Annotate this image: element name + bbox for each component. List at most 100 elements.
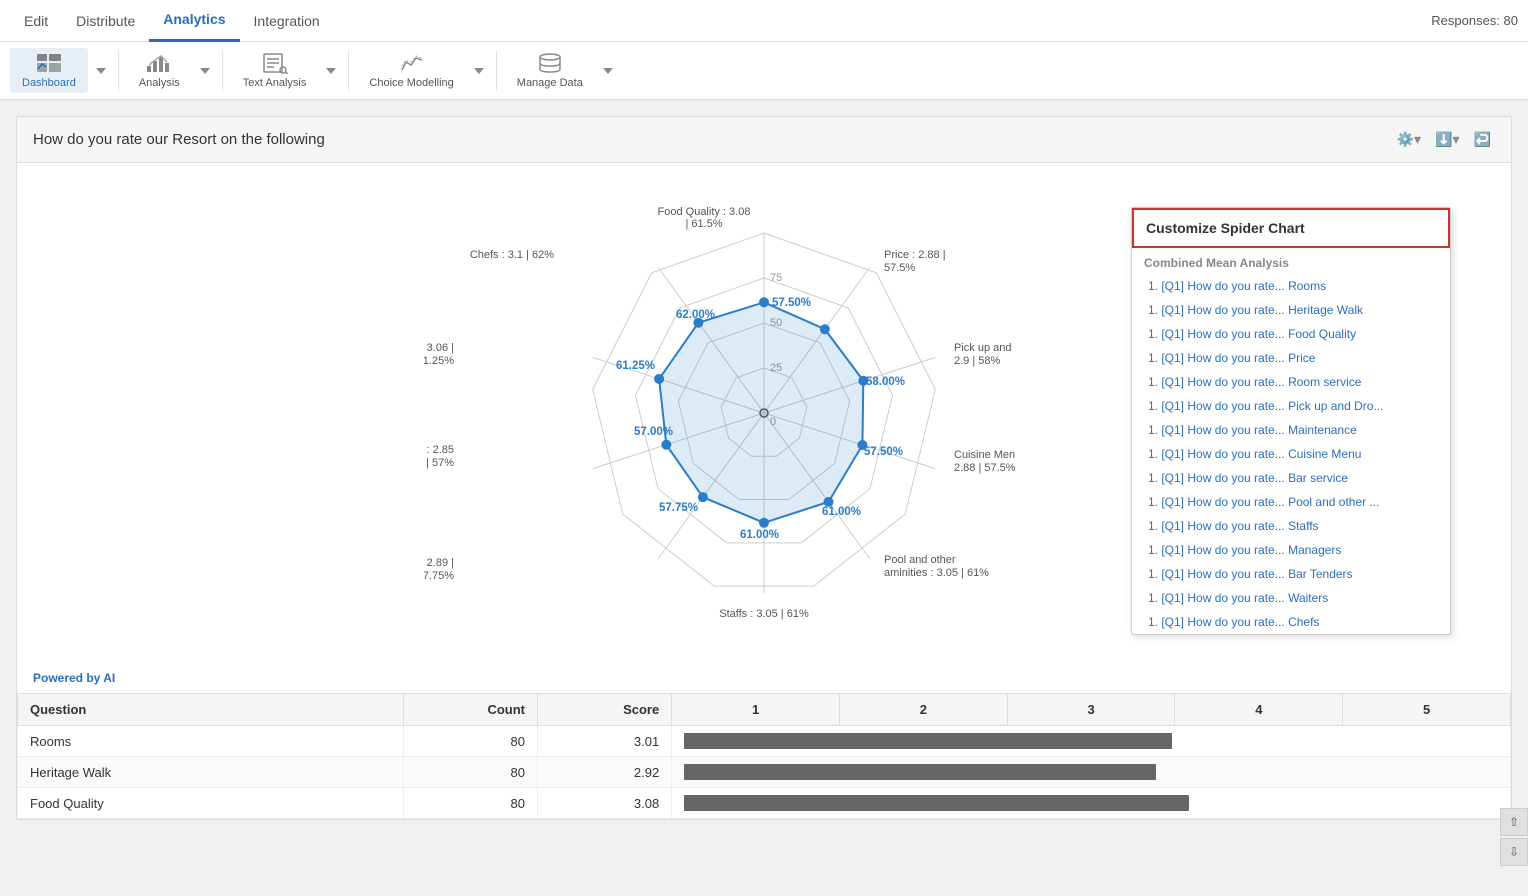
dropdown-item-9[interactable]: 1. [Q1] How do you rate... Pool and othe… xyxy=(1132,490,1450,514)
dropdown-item-0[interactable]: 1. [Q1] How do you rate... Rooms xyxy=(1132,274,1450,298)
cell-score-rooms: 3.01 xyxy=(538,726,672,757)
chart-header: How do you rate our Resort on the follow… xyxy=(17,117,1511,163)
toolbar-dashboard[interactable]: Dashboard xyxy=(10,48,88,93)
customize-spider-dropdown: Customize Spider Chart Combined Mean Ana… xyxy=(1131,207,1451,635)
cell-score-food-quality: 3.08 xyxy=(538,788,672,819)
label-bar-tenders-sub: | 57% xyxy=(426,457,454,469)
dropdown-item-8[interactable]: 1. [Q1] How do you rate... Bar service xyxy=(1132,466,1450,490)
data-point-staffs xyxy=(759,518,769,528)
manage-data-dropdown[interactable] xyxy=(599,62,617,80)
ring-label-75: 75 xyxy=(770,272,782,284)
col-2: 2 xyxy=(839,694,1007,726)
main-toolbar: Dashboard Analysis Text Analysis xyxy=(0,42,1528,100)
spider-chart-container: .spider-ring { fill: none; stroke: #ccc;… xyxy=(424,183,1104,643)
label-chefs: Chefs : 3.1 | 62% xyxy=(470,249,554,261)
value-cuisine: 57.50% xyxy=(864,446,903,458)
dashboard-dropdown[interactable] xyxy=(92,62,110,80)
dropdown-item-2[interactable]: 1. [Q1] How do you rate... Food Quality xyxy=(1132,322,1450,346)
table-row: Heritage Walk 80 2.92 xyxy=(18,757,1511,788)
scroll-up-button[interactable]: ⇧ xyxy=(1500,808,1528,836)
analysis-dropdown[interactable] xyxy=(196,62,214,80)
nav-edit[interactable]: Edit xyxy=(10,1,62,41)
col-count: Count xyxy=(403,694,537,726)
toolbar-separator-3 xyxy=(348,51,349,91)
cell-count-food-quality: 80 xyxy=(403,788,537,819)
dropdown-item-11[interactable]: 1. [Q1] How do you rate... Managers xyxy=(1132,538,1450,562)
data-point-food-quality xyxy=(759,297,769,307)
dashboard-label: Dashboard xyxy=(22,77,76,89)
col-5: 5 xyxy=(1343,694,1511,726)
bar-food-quality xyxy=(684,795,1189,811)
settings-action-btn[interactable]: ⚙️▾ xyxy=(1393,129,1425,150)
manage-data-icon xyxy=(536,52,564,74)
label-bar-tenders: Bar Tenders : 2.85 xyxy=(424,444,454,456)
label-pickup-sub: 2.9 | 58% xyxy=(954,355,1000,367)
download-action-btn[interactable]: ⬇️▾ xyxy=(1431,129,1463,150)
cell-count-rooms: 80 xyxy=(403,726,537,757)
text-analysis-dropdown[interactable] xyxy=(322,62,340,80)
value-staffs: 61.00% xyxy=(740,529,779,541)
chart-body: .spider-ring { fill: none; stroke: #ccc;… xyxy=(17,163,1511,663)
value-chefs: 62.00% xyxy=(676,309,715,321)
choice-modelling-icon xyxy=(398,52,426,74)
dropdown-item-7[interactable]: 1. [Q1] How do you rate... Cuisine Menu xyxy=(1132,442,1450,466)
cell-bar-heritage xyxy=(672,757,1511,788)
value-managers: 57.75% xyxy=(659,502,698,514)
value-waiters: 61.25% xyxy=(616,360,655,372)
bar-heritage xyxy=(684,764,1156,780)
label-cuisine-sub: 2.88 | 57.5% xyxy=(954,462,1016,474)
nav-analytics[interactable]: Analytics xyxy=(149,0,239,42)
label-food-quality-sub: | 61.5% xyxy=(685,218,722,230)
text-analysis-label: Text Analysis xyxy=(243,77,307,89)
top-navigation: Edit Distribute Analytics Integration Re… xyxy=(0,0,1528,42)
dropdown-item-5[interactable]: 1. [Q1] How do you rate... Pick up and D… xyxy=(1132,394,1450,418)
dropdown-item-13[interactable]: 1. [Q1] How do you rate... Waiters xyxy=(1132,586,1450,610)
dropdown-item-1[interactable]: 1. [Q1] How do you rate... Heritage Walk xyxy=(1132,298,1450,322)
choice-modelling-dropdown[interactable] xyxy=(470,62,488,80)
choice-modelling-label: Choice Modelling xyxy=(369,77,453,89)
text-analysis-icon xyxy=(261,52,289,74)
dropdown-item-4[interactable]: 1. [Q1] How do you rate... Room service xyxy=(1132,370,1450,394)
nav-integration[interactable]: Integration xyxy=(240,1,334,41)
cell-bar-food-quality xyxy=(672,788,1511,819)
value-bar-tenders: 57.00% xyxy=(634,426,673,438)
toolbar-choice-modelling[interactable]: Choice Modelling xyxy=(357,48,465,93)
col-4: 4 xyxy=(1175,694,1343,726)
powered-by-label: Powered by AI xyxy=(17,663,1511,693)
toolbar-separator-2 xyxy=(222,51,223,91)
cell-score-heritage: 2.92 xyxy=(538,757,672,788)
toolbar-analysis[interactable]: Analysis xyxy=(127,48,192,93)
table-row: Rooms 80 3.01 xyxy=(18,726,1511,757)
dropdown-item-6[interactable]: 1. [Q1] How do you rate... Maintenance xyxy=(1132,418,1450,442)
analysis-icon xyxy=(145,52,173,74)
col-score: Score xyxy=(538,694,672,726)
cell-question-food-quality: Food Quality xyxy=(18,788,404,819)
data-point-price xyxy=(820,324,830,334)
label-waiters: Waiters : 3.06 | xyxy=(424,342,454,354)
nav-distribute[interactable]: Distribute xyxy=(62,1,149,41)
share-action-btn[interactable]: ↩️ xyxy=(1470,129,1495,150)
label-price-sub: 57.5% xyxy=(884,262,915,274)
cell-count-heritage: 80 xyxy=(403,757,537,788)
data-point-bar-tenders xyxy=(661,440,671,450)
dropdown-item-3[interactable]: 1. [Q1] How do you rate... Price xyxy=(1132,346,1450,370)
label-pickup: Pick up and xyxy=(954,342,1011,354)
cell-question-rooms: Rooms xyxy=(18,726,404,757)
dropdown-item-14[interactable]: 1. [Q1] How do you rate... Chefs xyxy=(1132,610,1450,634)
toolbar-manage-data[interactable]: Manage Data xyxy=(505,48,595,93)
main-content: How do you rate our Resort on the follow… xyxy=(0,100,1528,820)
dropdown-item-10[interactable]: 1. [Q1] How do you rate... Staffs xyxy=(1132,514,1450,538)
label-food-quality: Food Quality : 3.08 xyxy=(658,206,751,218)
chart-title: How do you rate our Resort on the follow… xyxy=(33,131,1393,148)
dashboard-icon xyxy=(35,52,63,74)
chart-card: How do you rate our Resort on the follow… xyxy=(16,116,1512,820)
responses-count: Responses: 80 xyxy=(1431,13,1518,28)
data-point-waiters xyxy=(654,374,664,384)
dropdown-item-12[interactable]: 1. [Q1] How do you rate... Bar Tenders xyxy=(1132,562,1450,586)
cell-bar-rooms xyxy=(672,726,1511,757)
toolbar-text-analysis[interactable]: Text Analysis xyxy=(231,48,319,93)
cell-question-heritage: Heritage Walk xyxy=(18,757,404,788)
label-cuisine: Cuisine Men xyxy=(954,449,1015,461)
col-question: Question xyxy=(18,694,404,726)
scroll-down-button[interactable]: ⇩ xyxy=(1500,838,1528,866)
